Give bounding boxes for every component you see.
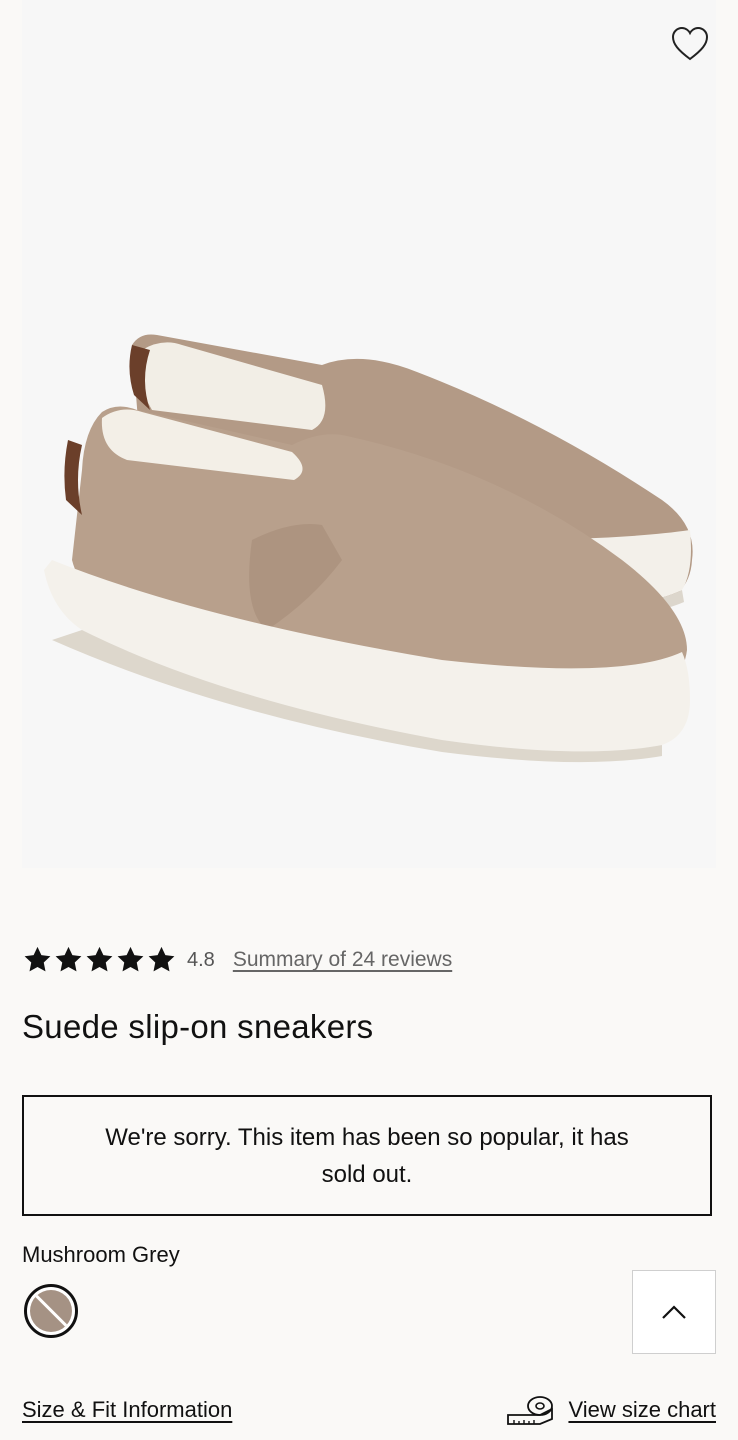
rating-value: 4.8 — [187, 948, 215, 971]
reviews-summary-link[interactable]: Summary of 24 reviews — [233, 948, 452, 972]
product-title: Suede slip-on sneakers — [22, 1008, 374, 1045]
back-to-top-button[interactable] — [632, 1270, 716, 1354]
color-swatch-mushroom-grey[interactable] — [24, 1284, 78, 1338]
unavailable-swatch-icon — [30, 1290, 72, 1332]
sold-out-message-box: We're sorry. This item has been so popul… — [22, 1095, 712, 1216]
measuring-tape-icon — [507, 1396, 554, 1425]
star-icon — [86, 946, 113, 972]
star-icon — [55, 946, 82, 972]
size-fit-information-link[interactable]: Size & Fit Information — [22, 1397, 232, 1423]
size-chart-link-group[interactable]: View size chart — [506, 1395, 716, 1425]
color-name: Mushroom Grey — [22, 1242, 180, 1267]
star-icon — [148, 946, 175, 972]
shoe-illustration — [44, 334, 693, 763]
star-icon — [117, 946, 144, 972]
chevron-up-icon — [662, 1305, 686, 1319]
star-icon — [24, 946, 51, 972]
rating-row: 4.8 Summary of 24 reviews — [22, 940, 452, 980]
heart-outline-icon[interactable] — [668, 22, 712, 66]
sold-out-message: We're sorry. This item has been so popul… — [105, 1123, 629, 1188]
product-page: 4.8 Summary of 24 reviews Suede slip-on … — [0, 0, 738, 1440]
product-image[interactable] — [22, 0, 716, 868]
star-rating — [22, 945, 177, 975]
size-links-row: Size & Fit Information View size chart — [22, 1390, 716, 1430]
view-size-chart-link[interactable]: View size chart — [568, 1397, 716, 1423]
